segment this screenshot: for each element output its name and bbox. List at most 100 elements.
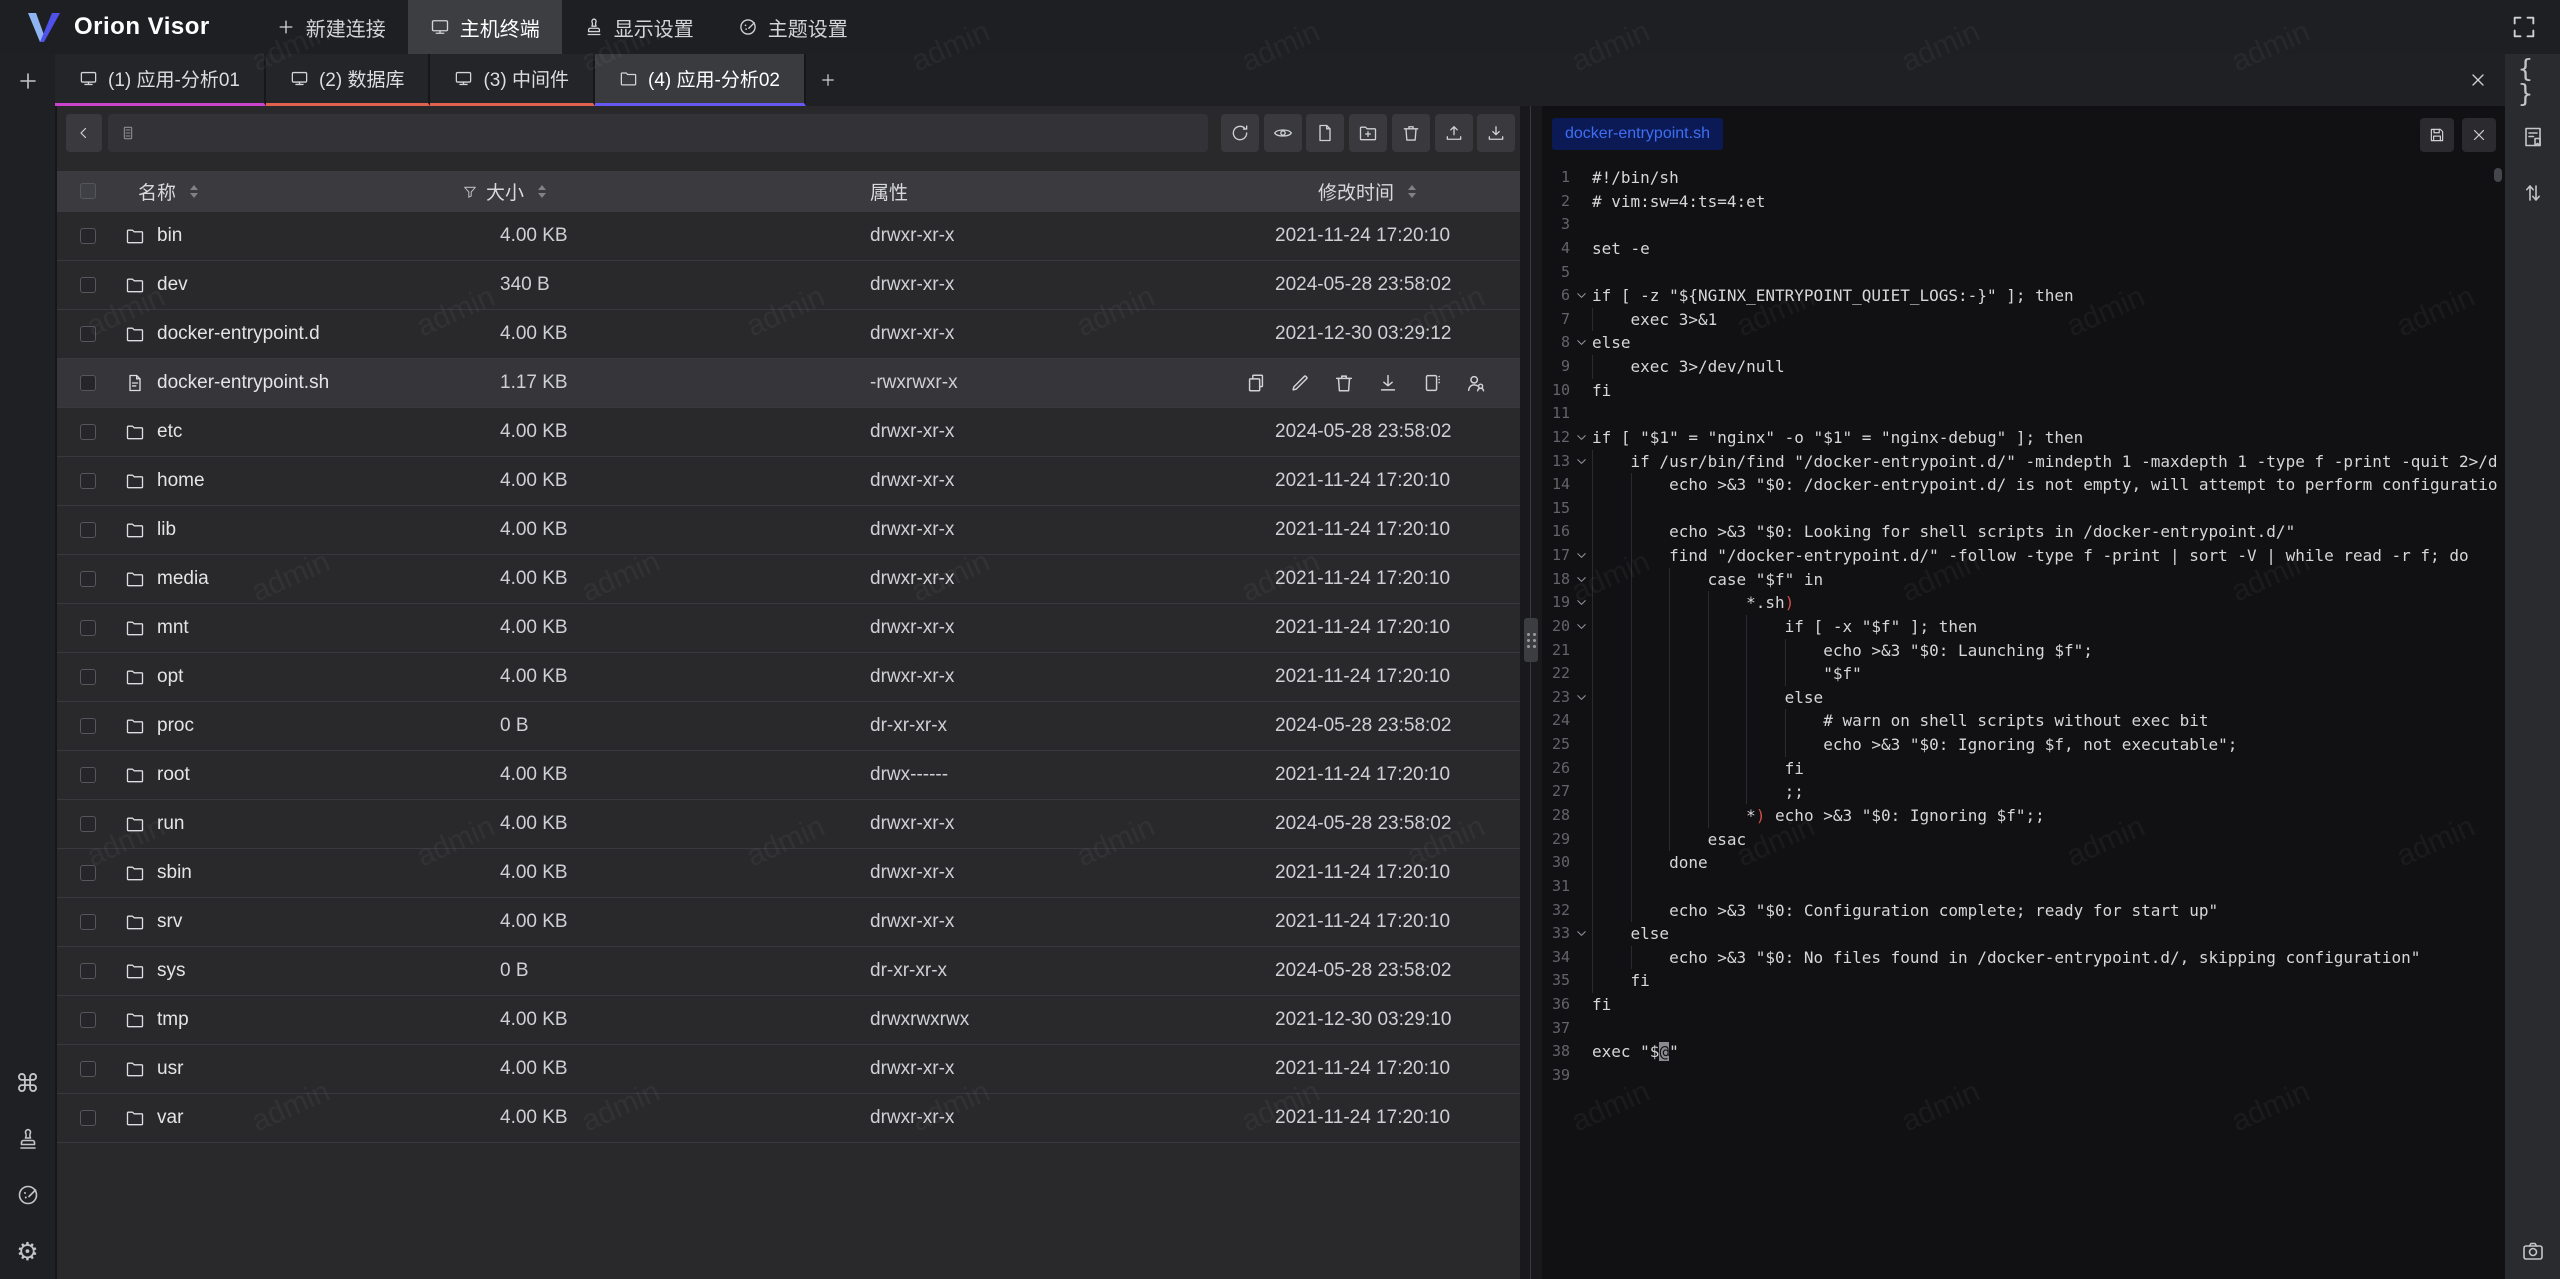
sort-toggle-name[interactable] — [190, 185, 198, 198]
fold-chevron-down-icon[interactable] — [1574, 690, 1589, 705]
row-checkbox[interactable] — [80, 1061, 96, 1077]
fold-chevron-down-icon[interactable] — [1574, 619, 1589, 634]
new-folder-icon — [1358, 123, 1378, 143]
filter-icon[interactable] — [462, 184, 478, 200]
row-checkbox[interactable] — [80, 473, 96, 489]
row-checkbox[interactable] — [80, 326, 96, 342]
new-folder-button[interactable] — [1349, 114, 1387, 152]
row-action-download[interactable] — [1377, 359, 1399, 407]
editor-scrollbar-thumb[interactable] — [2494, 168, 2502, 182]
fold-chevron-down-icon[interactable] — [1574, 454, 1589, 469]
row-action-permission[interactable] — [1465, 359, 1487, 407]
tab-3[interactable]: (3) 中间件 — [430, 54, 595, 106]
table-row[interactable]: etc4.00 KBdrwxr-xr-x2024-05-28 23:58:02 — [57, 408, 1520, 457]
row-action-move[interactable] — [1421, 359, 1443, 407]
fold-chevron-down-icon[interactable] — [1574, 335, 1589, 350]
code-text: echo >&3 "$0: Launching $f"; — [1592, 639, 2093, 663]
select-all-checkbox[interactable] — [80, 183, 96, 199]
line-number: 17 — [1542, 544, 1570, 568]
table-row[interactable]: run4.00 KBdrwxr-xr-x2024-05-28 23:58:02 — [57, 800, 1520, 849]
new-file-button[interactable] — [1306, 114, 1344, 152]
table-row[interactable]: srv4.00 KBdrwxr-xr-x2021-11-24 17:20:10 — [57, 898, 1520, 947]
fullscreen-icon[interactable] — [2510, 13, 2538, 41]
nav-item-0[interactable]: 新建连接 — [254, 0, 408, 54]
close-all-tabs-button[interactable] — [2465, 67, 2491, 93]
row-checkbox[interactable] — [80, 865, 96, 881]
fold-chevron-down-icon[interactable] — [1574, 572, 1589, 587]
editor-file-chip[interactable]: docker-entrypoint.sh — [1552, 118, 1723, 150]
row-checkbox[interactable] — [80, 228, 96, 244]
download-button[interactable] — [1477, 114, 1515, 152]
new-tab-button[interactable] — [806, 54, 850, 106]
row-checkbox[interactable] — [80, 669, 96, 685]
row-action-copy[interactable] — [1245, 359, 1267, 407]
row-checkbox[interactable] — [80, 914, 96, 930]
nav-item-3[interactable]: 主题设置 — [716, 0, 870, 54]
new-connection-button[interactable] — [13, 66, 43, 96]
row-checkbox[interactable] — [80, 1110, 96, 1126]
row-checkbox[interactable] — [80, 277, 96, 293]
display-settings-button[interactable] — [13, 1124, 43, 1154]
row-checkbox[interactable] — [80, 718, 96, 734]
table-row[interactable]: sys0 Bdr-xr-xr-x2024-05-28 23:58:02 — [57, 947, 1520, 996]
shortcuts-button[interactable]: ⌘ — [13, 1068, 43, 1098]
file-attr: drwxr-xr-x — [870, 212, 954, 260]
folder-icon — [125, 898, 145, 946]
tab-2[interactable]: (2) 数据库 — [266, 54, 431, 106]
row-checkbox[interactable] — [80, 963, 96, 979]
table-row[interactable]: docker-entrypoint.d4.00 KBdrwxr-xr-x2021… — [57, 310, 1520, 359]
row-checkbox[interactable] — [80, 620, 96, 636]
fold-chevron-down-icon[interactable] — [1574, 288, 1589, 303]
fold-chevron-down-icon[interactable] — [1574, 595, 1589, 610]
screenshot-button[interactable] — [2518, 1236, 2548, 1266]
variables-button[interactable]: { } — [2518, 66, 2548, 96]
sort-toggle-size[interactable] — [538, 185, 546, 198]
row-checkbox[interactable] — [80, 375, 96, 391]
table-row[interactable]: root4.00 KBdrwx------2021-11-24 17:20:10 — [57, 751, 1520, 800]
nav-item-1[interactable]: 主机终端 — [408, 0, 562, 54]
fold-chevron-down-icon[interactable] — [1574, 926, 1589, 941]
plus-icon — [819, 71, 837, 89]
path-input[interactable] — [108, 114, 1208, 152]
table-row[interactable]: tmp4.00 KBdrwxrwxrwx2021-12-30 03:29:10 — [57, 996, 1520, 1045]
table-row[interactable]: dev340 Bdrwxr-xr-x2024-05-28 23:58:02 — [57, 261, 1520, 310]
editor-close-button[interactable] — [2462, 118, 2496, 152]
upload-button[interactable] — [1435, 114, 1473, 152]
table-row[interactable]: home4.00 KBdrwxr-xr-x2021-11-24 17:20:10 — [57, 457, 1520, 506]
table-row[interactable]: sbin4.00 KBdrwxr-xr-x2021-11-24 17:20:10 — [57, 849, 1520, 898]
fold-chevron-down-icon[interactable] — [1574, 548, 1589, 563]
delete-button[interactable] — [1392, 114, 1430, 152]
nav-item-2[interactable]: 显示设置 — [562, 0, 716, 54]
theme-settings-button[interactable] — [13, 1180, 43, 1210]
row-checkbox[interactable] — [80, 1012, 96, 1028]
table-row[interactable]: docker-entrypoint.sh1.17 KB-rwxrwxr-x — [57, 359, 1520, 408]
table-row[interactable]: proc0 Bdr-xr-xr-x2024-05-28 23:58:02 — [57, 702, 1520, 751]
refresh-button[interactable] — [1221, 114, 1259, 152]
fold-chevron-down-icon[interactable] — [1574, 430, 1589, 445]
table-row[interactable]: var4.00 KBdrwxr-xr-x2021-11-24 17:20:10 — [57, 1094, 1520, 1143]
back-button[interactable] — [66, 114, 102, 152]
table-row[interactable]: lib4.00 KBdrwxr-xr-x2021-11-24 17:20:10 — [57, 506, 1520, 555]
table-row[interactable]: bin4.00 KBdrwxr-xr-x2021-11-24 17:20:10 — [57, 212, 1520, 261]
settings-button[interactable]: ⚙ — [13, 1236, 43, 1266]
row-checkbox[interactable] — [80, 816, 96, 832]
file-manager-button[interactable] — [2518, 122, 2548, 152]
transfer-list-button[interactable] — [2518, 178, 2548, 208]
row-checkbox[interactable] — [80, 571, 96, 587]
row-action-edit[interactable] — [1289, 359, 1311, 407]
table-row[interactable]: usr4.00 KBdrwxr-xr-x2021-11-24 17:20:10 — [57, 1045, 1520, 1094]
table-row[interactable]: mnt4.00 KBdrwxr-xr-x2021-11-24 17:20:10 — [57, 604, 1520, 653]
table-row[interactable]: opt4.00 KBdrwxr-xr-x2021-11-24 17:20:10 — [57, 653, 1520, 702]
row-checkbox[interactable] — [80, 522, 96, 538]
row-checkbox[interactable] — [80, 424, 96, 440]
file-mtime: 2024-05-28 23:58:02 — [1275, 947, 1451, 995]
tab-4[interactable]: (4) 应用-分析02 — [595, 54, 806, 106]
row-checkbox[interactable] — [80, 767, 96, 783]
toggle-hidden-button[interactable] — [1264, 114, 1302, 152]
splitter-drag-handle[interactable] — [1524, 618, 1538, 662]
sort-toggle-mtime[interactable] — [1408, 185, 1416, 198]
row-action-delete[interactable] — [1333, 359, 1355, 407]
table-row[interactable]: media4.00 KBdrwxr-xr-x2021-11-24 17:20:1… — [57, 555, 1520, 604]
tab-1[interactable]: (1) 应用-分析01 — [55, 54, 266, 106]
save-button[interactable] — [2420, 118, 2454, 152]
